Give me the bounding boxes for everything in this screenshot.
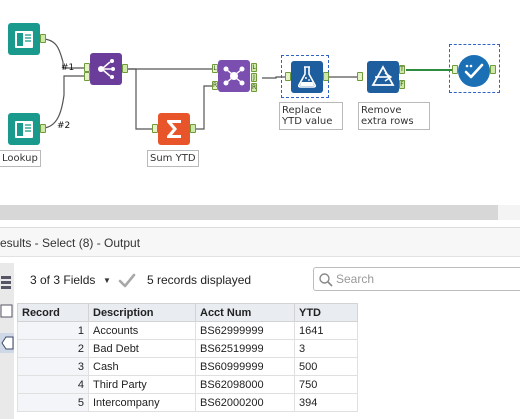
acct-num-cell: BS62000200	[195, 393, 295, 412]
column-header-record[interactable]: Record	[17, 303, 89, 322]
table-row[interactable]: 1 Accounts BS62999999 1641	[17, 321, 358, 340]
connection-label-1: #1	[61, 63, 75, 73]
description-cell: Cash	[88, 357, 196, 376]
summarize-sigma-icon	[167, 120, 181, 138]
ytd-cell: 1641	[294, 321, 358, 340]
ytd-cell: 750	[294, 375, 358, 394]
workflow-canvas[interactable]: Lookup #1 #2 Sum YTD L R L J R Replace Y…	[0, 0, 520, 205]
acct-num-cell: BS62519999	[195, 339, 295, 358]
remove-extra-rows-label: Remove extra rows	[358, 102, 430, 130]
column-header-ytd[interactable]: YTD	[294, 303, 358, 322]
records-displayed-count: 5 records displayed	[147, 273, 252, 287]
input-1-output-anchor[interactable]	[40, 34, 46, 43]
append-fields-tool[interactable]	[90, 53, 122, 85]
results-header: esults - Select (8) - Output	[0, 227, 520, 257]
select-tool[interactable]	[458, 55, 490, 87]
filter-true-output-anchor[interactable]: T	[399, 65, 405, 74]
results-grid: Record Description Acct Num YTD 1 Accoun…	[17, 303, 358, 412]
lookup-tool-label: Lookup	[0, 150, 41, 167]
grid-header-row: Record Description Acct Num YTD	[17, 303, 358, 322]
input-book-icon	[15, 31, 33, 48]
input-data-tool-1[interactable]	[8, 23, 40, 55]
filter-icon	[371, 65, 395, 86]
acct-num-cell: BS60999999	[195, 357, 295, 376]
search-icon	[319, 273, 333, 287]
check-icon	[118, 273, 136, 288]
select-output-anchor[interactable]	[490, 65, 496, 74]
append-output-anchor[interactable]	[122, 64, 128, 73]
record-cell: 1	[17, 321, 89, 340]
table-row[interactable]: 3 Cash BS60999999 500	[17, 357, 358, 376]
scrollbar-corner	[498, 205, 520, 220]
tag-icon	[1, 336, 14, 350]
connection-label-2: #2	[57, 121, 71, 131]
filter-false-output-anchor[interactable]: F	[399, 80, 405, 89]
description-cell: Third Party	[88, 375, 196, 394]
join-icon	[223, 66, 245, 86]
select-check-icon	[464, 63, 484, 79]
description-cell: Accounts	[88, 321, 196, 340]
join-right-output-anchor[interactable]: R	[251, 83, 257, 92]
table-row[interactable]: 4 Third Party BS62098000 750	[17, 375, 358, 394]
join-tool[interactable]	[218, 60, 250, 92]
table-row[interactable]: 2 Bad Debt BS62519999 3	[17, 339, 358, 358]
cell-view-button[interactable]	[0, 333, 14, 353]
metadata-icon	[0, 304, 13, 318]
sum-ytd-label: Sum YTD	[147, 150, 199, 167]
search-box[interactable]	[313, 267, 520, 291]
column-header-acct-num[interactable]: Acct Num	[195, 303, 295, 322]
summarize-tool[interactable]	[158, 113, 190, 145]
summarize-output-anchor[interactable]	[190, 124, 196, 133]
ytd-cell: 500	[294, 357, 358, 376]
input-2-output-anchor[interactable]	[40, 124, 46, 133]
fields-dropdown-caret-icon[interactable]: ▼	[103, 276, 111, 285]
description-cell: Bad Debt	[88, 339, 196, 358]
acct-num-cell: BS62999999	[195, 321, 295, 340]
formula-tool[interactable]	[291, 61, 323, 93]
ytd-cell: 394	[294, 393, 358, 412]
formula-output-anchor[interactable]	[323, 72, 329, 81]
search-input[interactable]	[336, 271, 516, 287]
connection-wires	[41, 38, 452, 130]
description-cell: Intercompany	[88, 393, 196, 412]
record-cell: 4	[17, 375, 89, 394]
formula-flask-icon	[297, 66, 317, 88]
canvas-horizontal-scrollbar[interactable]	[0, 205, 520, 220]
results-left-rail	[0, 263, 14, 419]
table-view-button[interactable]	[0, 272, 14, 292]
join-left-output-anchor[interactable]: L	[251, 63, 257, 72]
record-cell: 5	[17, 393, 89, 412]
input-book-icon	[15, 121, 33, 138]
table-rows-icon	[1, 276, 11, 289]
filter-tool[interactable]	[367, 61, 399, 93]
fields-selector[interactable]: 3 of 3 Fields	[30, 273, 95, 287]
input-data-tool-2[interactable]	[8, 113, 40, 145]
results-title: esults - Select (8) - Output	[0, 236, 141, 250]
filter-input-anchor[interactable]	[357, 72, 363, 81]
record-cell: 3	[17, 357, 89, 376]
metadata-view-button[interactable]	[0, 301, 14, 321]
table-row[interactable]: 5 Intercompany BS62000200 394	[17, 393, 358, 412]
acct-num-cell: BS62098000	[195, 375, 295, 394]
join-join-output-anchor[interactable]: J	[251, 73, 257, 82]
record-cell: 2	[17, 339, 89, 358]
column-header-description[interactable]: Description	[88, 303, 196, 322]
append-fields-icon	[98, 59, 115, 79]
ytd-cell: 3	[294, 339, 358, 358]
replace-ytd-value-label: Replace YTD value	[279, 102, 343, 130]
